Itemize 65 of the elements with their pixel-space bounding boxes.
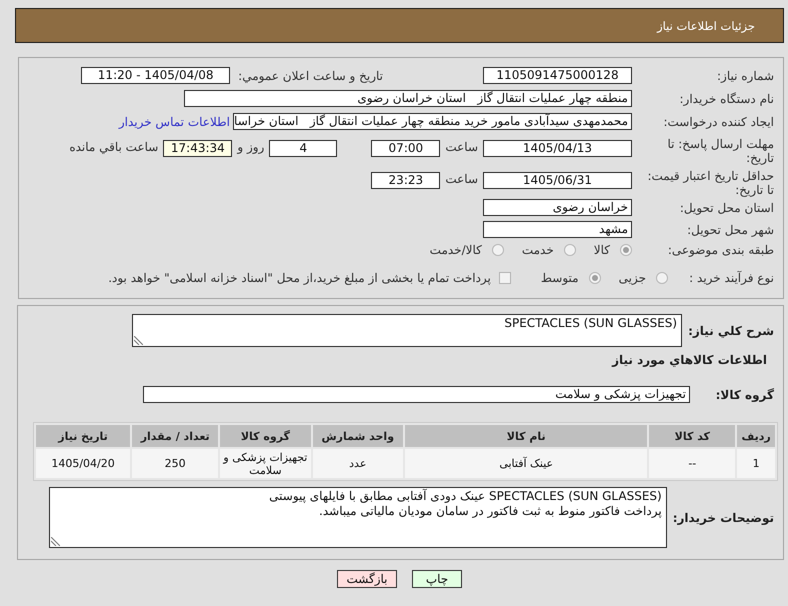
city-field[interactable]: مشهد (483, 221, 632, 238)
table-cell: 250 (132, 449, 218, 478)
description-field[interactable]: SPECTACLES (SUN GLASSES) (132, 314, 682, 347)
need-number-field[interactable]: 1105091475000128 (483, 67, 632, 84)
table-cell: عینک آفتابی (405, 449, 648, 478)
back-button[interactable]: بازگشت (337, 570, 397, 588)
field-label: تاریخ و ساعت اعلان عمومي: (238, 68, 383, 82)
field-label: حداقل تاریخ اعتبار قیمت: تا تاریخ: (646, 169, 774, 197)
days-field[interactable]: 4 (269, 140, 338, 157)
field-label: ساعت باقي مانده (69, 140, 158, 154)
column-header: گروه کالا (220, 425, 311, 447)
field-label: ایجاد کننده درخواست: (662, 114, 774, 128)
time-field[interactable]: 23:23 (371, 172, 440, 189)
field-label: ساعت (445, 140, 478, 154)
requester-field[interactable]: محمدمهدی سیدآبادی مامور خرید منطقه چهار عملیات انتقال گاز استان خراسا (233, 113, 632, 130)
column-header: تعداد / مقدار (132, 425, 218, 447)
option-label: جزیی (618, 271, 646, 285)
buyer-notes-field[interactable]: SPECTACLES (SUN GLASSES) عینک دودی آفتابی مطابق با فایلهای پیوستی پرداخت فاکتور منوط به ثبت فاکتور در سامان مودیان مالیاتی میباشد. (48, 487, 667, 548)
field-label: شهر محل تحویل: (686, 222, 774, 236)
section-title: اطلاعات کالاهاي مورد نیاز (612, 352, 767, 368)
field-label: توضیحات خریدار: (672, 510, 774, 526)
buyer-org-field[interactable]: منطقه چهار عملیات انتقال گاز استان خراسان رضوی (184, 90, 632, 107)
option-label: کالا/خدمت (430, 243, 482, 257)
checkbox-label: پرداخت تمام یا بخشی از مبلغ خرید،از محل "اسناد خزانه اسلامی" خواهد بود. (108, 271, 491, 285)
option-label: متوسط (540, 271, 579, 285)
announcement-field[interactable]: 1405/04/08 - 11:20 (81, 67, 230, 84)
table-cell: -- (649, 449, 736, 478)
column-header: واحد شمارش (312, 425, 403, 447)
field-label: گروه کالا: (714, 386, 774, 402)
print-button[interactable]: چاپ (412, 570, 462, 588)
radio-button[interactable] (656, 272, 668, 284)
field-label: نوع فرآیند خرید : (688, 271, 774, 285)
table-cell: تجهیزات پزشکی و سلامت (220, 449, 311, 478)
column-header: کد کالا (649, 425, 736, 447)
radio-button[interactable] (492, 244, 504, 256)
column-header: تاریخ نیاز (36, 425, 130, 447)
field-label: طبقه بندی موضوعی: (666, 243, 774, 257)
time-field[interactable]: 07:00 (371, 140, 440, 157)
field-label: استان محل تحویل: (678, 200, 774, 214)
page-title: جزئیات اطلاعات نیاز (657, 18, 755, 32)
province-field[interactable]: خراسان رضوی (483, 199, 632, 216)
field-label: شرح کلي نیاز: (688, 322, 774, 338)
radio-button[interactable] (564, 244, 576, 256)
column-header: نام کالا (405, 425, 648, 447)
field-label: روز و (237, 140, 264, 154)
resize-grip-icon[interactable] (134, 336, 144, 345)
resize-grip-icon[interactable] (50, 537, 60, 546)
contact-link[interactable]: اطلاعات تماس خریدار (118, 114, 230, 128)
field-label: نام دستگاه خریدار: (678, 92, 774, 106)
checkbox[interactable] (498, 272, 511, 284)
option-label: خدمت (522, 243, 554, 257)
radio-button[interactable] (620, 244, 632, 256)
goods-group-field[interactable]: تجهیزات پزشکی و سلامت (143, 386, 690, 403)
table-cell: 1 (737, 449, 775, 478)
table-cell: عدد (312, 449, 403, 478)
remaining-time-field[interactable]: 17:43:34 (163, 140, 232, 157)
field-label: شماره نیاز: (716, 68, 774, 82)
field-label: ساعت (445, 172, 478, 186)
date-field[interactable]: 1405/06/31 (483, 172, 632, 189)
date-field[interactable]: 1405/04/13 (483, 140, 632, 157)
table-cell: 1405/04/20 (36, 449, 130, 478)
field-label: مهلت ارسال پاسخ: تا تاریخ: (666, 137, 774, 165)
radio-button[interactable] (588, 272, 601, 284)
column-header: ردیف (737, 425, 775, 447)
option-label: کالا (594, 243, 610, 257)
